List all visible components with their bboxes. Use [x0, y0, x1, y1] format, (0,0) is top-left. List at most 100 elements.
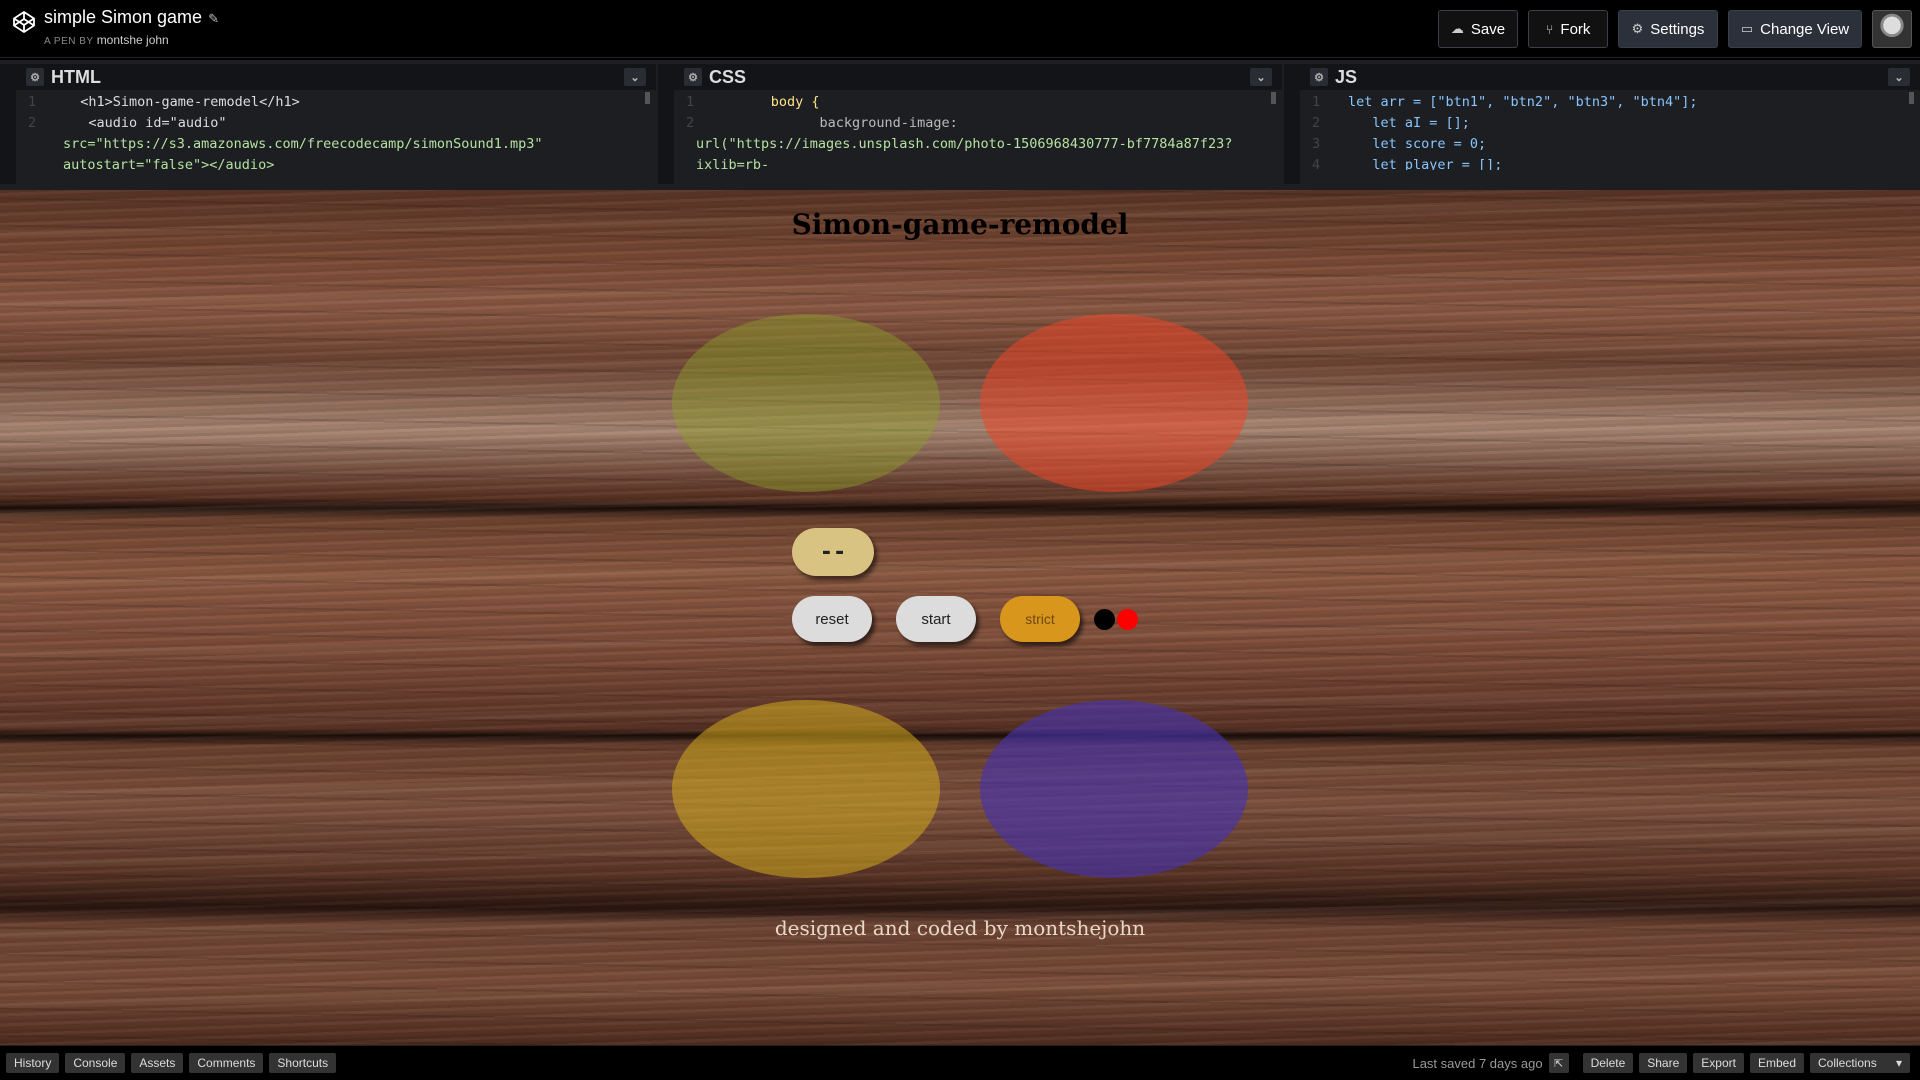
green-pad[interactable] [672, 314, 940, 492]
code-line: autostart="false"></audio> [16, 155, 656, 170]
js-code-area[interactable]: 1 let arr = ["btn1", "btn2", "btn3", "btn… [1300, 90, 1920, 170]
code-line: src="https://s3.amazonaws.com/freecodeca… [16, 134, 656, 155]
history-button[interactable]: History [6, 1053, 60, 1073]
change-view-button[interactable]: ▭ Change View [1728, 10, 1862, 48]
line-number: 1 [28, 94, 37, 110]
html-editor-header: ⚙ HTML ⌄ [16, 64, 656, 90]
code-line: ixlib=rb- [674, 155, 1282, 170]
html-settings-gear-icon[interactable]: ⚙ [26, 68, 44, 86]
scrollbar[interactable] [1271, 92, 1276, 104]
collections-label: Collections [1818, 1056, 1877, 1070]
code-text: <audio id="audio" [64, 115, 227, 131]
strict-button[interactable]: strict [1000, 596, 1080, 642]
settings-label: Settings [1650, 20, 1705, 38]
bottom-toolbar: History Console Assets Comments Shortcut… [0, 1045, 1920, 1080]
code-line: 2 background-image: [674, 113, 1282, 134]
js-editor-label: JS [1335, 66, 1358, 87]
result-preview: Simon-game-remodel -- reset start strict… [0, 190, 1920, 1045]
scrollbar[interactable] [645, 92, 650, 104]
settings-button[interactable]: ⚙ Settings [1618, 10, 1718, 48]
fork-button[interactable]: ⑂ Fork [1528, 10, 1608, 48]
code-text: background-image: [722, 115, 958, 131]
line-number: 2 [28, 115, 37, 131]
change-view-label: Change View [1760, 20, 1850, 38]
code-line: url("https://images.unsplash.com/photo-1… [674, 134, 1282, 155]
code-line: 2 let aI = []; [1300, 113, 1920, 134]
code-text: let score = 0; [1348, 136, 1487, 152]
chevron-down-icon[interactable]: ⌄ [1250, 68, 1272, 86]
edit-pencil-icon[interactable]: ✎ [208, 11, 219, 26]
shortcuts-button[interactable]: Shortcuts [269, 1053, 337, 1073]
external-link-icon[interactable]: ⇱ [1548, 1053, 1569, 1073]
save-label: Save [1470, 20, 1506, 38]
last-saved-text: Last saved 7 days ago [1412, 1055, 1543, 1071]
css-editor-header: ⚙ CSS ⌄ [674, 64, 1282, 90]
console-button[interactable]: Console [65, 1053, 126, 1073]
code-text: let arr = ["btn1", "btn2", "btn3", "btn4… [1348, 94, 1698, 110]
css-editor[interactable]: ⚙ CSS ⌄ 1 body { 2 background-image: url… [658, 64, 1282, 184]
scrollbar[interactable] [1909, 92, 1914, 104]
yellow-pad[interactable] [672, 700, 940, 878]
html-editor[interactable]: ⚙ HTML ⌄ 1 <h1>Simon-game-remodel</h1> 2… [0, 64, 656, 184]
css-settings-gear-icon[interactable]: ⚙ [684, 68, 702, 86]
line-number: 2 [686, 115, 695, 131]
caret-down-icon: ▾ [1895, 1056, 1902, 1070]
html-editor-label: HTML [51, 66, 101, 87]
strict-off-indicator [1094, 609, 1115, 630]
save-button[interactable]: ☁ Save [1438, 10, 1518, 48]
line-number: 4 [1312, 157, 1321, 170]
author-prefix: A PEN BY [44, 36, 94, 47]
share-button[interactable]: Share [1639, 1053, 1688, 1073]
credit-text: designed and coded by montshejohn [774, 916, 1146, 940]
code-text: url("https://images.unsplash.com/photo-1… [696, 136, 1233, 152]
delete-button[interactable]: Delete [1582, 1053, 1634, 1073]
layout-icon: ▭ [1740, 21, 1754, 36]
code-line: 4 let player = []; [1300, 155, 1920, 170]
line-number: 1 [1312, 94, 1321, 110]
fork-label: Fork [1560, 20, 1591, 38]
start-button[interactable]: start [896, 596, 976, 642]
author-link[interactable]: montshe john [97, 33, 169, 47]
chevron-down-icon[interactable]: ⌄ [1888, 68, 1910, 86]
pen-title[interactable]: simple Simon game ✎ [44, 7, 219, 28]
html-code-area[interactable]: 1 <h1>Simon-game-remodel</h1> 2 <audio i… [16, 90, 656, 170]
gear-icon: ⚙ [1631, 21, 1644, 36]
red-pad[interactable] [980, 314, 1248, 492]
reset-button[interactable]: reset [792, 596, 872, 642]
js-settings-gear-icon[interactable]: ⚙ [1310, 68, 1328, 86]
js-editor-header: ⚙ JS ⌄ [1300, 64, 1920, 90]
export-button[interactable]: Export [1693, 1053, 1744, 1073]
embed-button[interactable]: Embed [1749, 1053, 1804, 1073]
comments-button[interactable]: Comments [189, 1053, 264, 1073]
js-editor[interactable]: ⚙ JS ⌄ 1 let arr = ["btn1", "btn2", "btn3… [1284, 64, 1920, 184]
top-header: simple Simon game ✎ A PEN BY montshe john… [0, 0, 1920, 58]
pen-author: A PEN BY montshe john [44, 33, 169, 47]
code-line: 1 body { [674, 92, 1282, 113]
user-avatar[interactable] [1872, 10, 1912, 48]
game-heading: Simon-game-remodel [791, 208, 1129, 241]
score-counter: -- [792, 528, 874, 576]
code-text: body { [722, 94, 820, 110]
editor-panels: ⚙ HTML ⌄ 1 <h1>Simon-game-remodel</h1> 2… [0, 60, 1920, 190]
codepen-logo-icon[interactable] [12, 10, 36, 34]
css-code-area[interactable]: 1 body { 2 background-image: url("https:… [674, 90, 1282, 170]
cloud-icon: ☁ [1450, 21, 1464, 36]
css-editor-label: CSS [709, 66, 747, 87]
line-number: 1 [686, 94, 695, 110]
code-text: let aI = []; [1348, 115, 1470, 131]
code-text: <h1>Simon-game-remodel</h1> [64, 94, 300, 110]
code-line: 2 <audio id="audio" [16, 113, 656, 134]
code-line: 1 <h1>Simon-game-remodel</h1> [16, 92, 656, 113]
pen-title-text[interactable]: simple Simon game [44, 7, 202, 27]
blue-pad[interactable] [980, 700, 1248, 878]
bottom-left-group: History Console Assets Comments Shortcut… [0, 1053, 337, 1073]
bottom-right-group: Last saved 7 days ago ⇱ Delete Share Exp… [1412, 1053, 1910, 1073]
code-line: 1 let arr = ["btn1", "btn2", "btn3", "btn… [1300, 92, 1920, 113]
line-number: 2 [1312, 115, 1321, 131]
assets-button[interactable]: Assets [131, 1053, 184, 1073]
code-text: src="https://s3.amazonaws.com/freecodeca… [63, 136, 543, 152]
collections-dropdown[interactable]: Collections ▾ [1810, 1053, 1910, 1073]
chevron-down-icon[interactable]: ⌄ [624, 68, 646, 86]
fork-icon: ⑂ [1545, 21, 1554, 37]
code-text: ixlib=rb- [696, 157, 770, 170]
